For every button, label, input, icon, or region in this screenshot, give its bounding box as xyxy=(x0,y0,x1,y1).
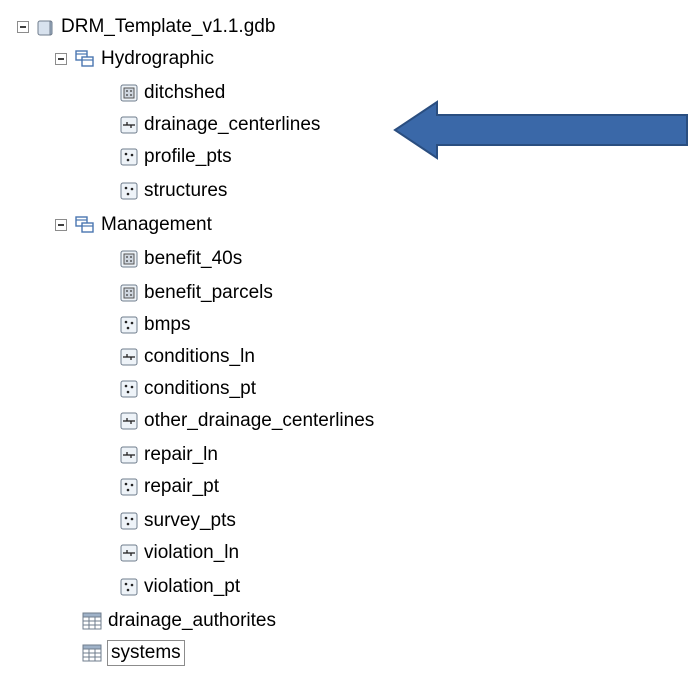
tree-item-label: benefit_parcels xyxy=(144,282,273,303)
point-feature-class-icon xyxy=(120,478,138,496)
tree-item-label: drainage_centerlines xyxy=(144,114,321,135)
left-arrow-icon xyxy=(393,100,691,166)
tree-item-repair-ln[interactable]: repair_ln xyxy=(120,440,218,470)
tree-item-label: DRM_Template_v1.1.gdb xyxy=(61,16,276,37)
tree-item-bmps[interactable]: bmps xyxy=(120,310,190,340)
polygon-feature-class-icon xyxy=(120,250,138,268)
tree-item-benefit-parcels[interactable]: benefit_parcels xyxy=(120,278,273,308)
tree-item-label: conditions_ln xyxy=(144,346,255,367)
tree-item-label: repair_pt xyxy=(144,476,219,497)
point-feature-class-icon xyxy=(120,512,138,530)
polygon-feature-class-icon xyxy=(120,84,138,102)
tree-item-label: survey_pts xyxy=(144,510,236,531)
feature-dataset-icon xyxy=(75,50,95,68)
table-icon xyxy=(82,612,102,630)
tree-item-repair-pt[interactable]: repair_pt xyxy=(120,472,219,502)
tree-item-benefit-40s[interactable]: benefit_40s xyxy=(120,244,242,274)
tree-root[interactable]: DRM_Template_v1.1.gdb xyxy=(17,12,275,42)
tree-item-drainage-authorites[interactable]: drainage_authorites xyxy=(82,606,276,636)
tree-item-label: structures xyxy=(144,180,228,201)
tree-item-label: Hydrographic xyxy=(101,48,214,69)
point-feature-class-icon xyxy=(120,578,138,596)
tree-item-violation-pt[interactable]: violation_pt xyxy=(120,572,240,602)
database-icon xyxy=(37,18,55,36)
line-feature-class-icon xyxy=(120,348,138,366)
tree-item-structures[interactable]: structures xyxy=(120,176,227,206)
tree-item-label: conditions_pt xyxy=(144,378,256,399)
point-feature-class-icon xyxy=(120,380,138,398)
tree-item-profile-pts[interactable]: profile_pts xyxy=(120,142,232,172)
tree-item-label: violation_ln xyxy=(144,542,240,563)
collapse-toggle[interactable] xyxy=(55,53,67,65)
line-feature-class-icon xyxy=(120,116,138,134)
tree-item-management[interactable]: Management xyxy=(55,210,212,240)
line-feature-class-icon xyxy=(120,446,138,464)
tree-item-label: systems xyxy=(107,640,185,666)
tree-item-label: benefit_40s xyxy=(144,248,243,269)
tree-item-label: repair_ln xyxy=(144,444,218,465)
tree-item-label: drainage_authorites xyxy=(108,610,276,631)
tree-item-conditions-pt[interactable]: conditions_pt xyxy=(120,374,256,404)
tree-item-label: bmps xyxy=(144,314,191,335)
tree-item-ditchshed[interactable]: ditchshed xyxy=(120,78,225,108)
tree-item-other-drainage-centerlines[interactable]: other_drainage_centerlines xyxy=(120,406,374,436)
collapse-toggle[interactable] xyxy=(55,219,67,231)
tree-item-survey-pts[interactable]: survey_pts xyxy=(120,506,236,536)
tree-item-conditions-ln[interactable]: conditions_ln xyxy=(120,342,255,372)
tree-item-label: ditchshed xyxy=(144,82,226,103)
tree-item-drainage-centerlines[interactable]: drainage_centerlines xyxy=(120,110,320,140)
point-feature-class-icon xyxy=(120,182,138,200)
line-feature-class-icon xyxy=(120,412,138,430)
polygon-feature-class-icon xyxy=(120,284,138,302)
table-icon xyxy=(82,644,102,662)
line-feature-class-icon xyxy=(120,544,138,562)
tree-item-violation-ln[interactable]: violation_ln xyxy=(120,538,239,568)
tree-item-label: profile_pts xyxy=(144,146,232,167)
collapse-toggle[interactable] xyxy=(17,21,29,33)
point-feature-class-icon xyxy=(120,316,138,334)
tree-item-hydrographic[interactable]: Hydrographic xyxy=(55,44,214,74)
tree-item-label: other_drainage_centerlines xyxy=(144,410,375,431)
feature-dataset-icon xyxy=(75,216,95,234)
tree-item-systems[interactable]: systems xyxy=(82,638,185,668)
point-feature-class-icon xyxy=(120,148,138,166)
tree-item-label: Management xyxy=(101,214,212,235)
tree-item-label: violation_pt xyxy=(144,576,241,597)
